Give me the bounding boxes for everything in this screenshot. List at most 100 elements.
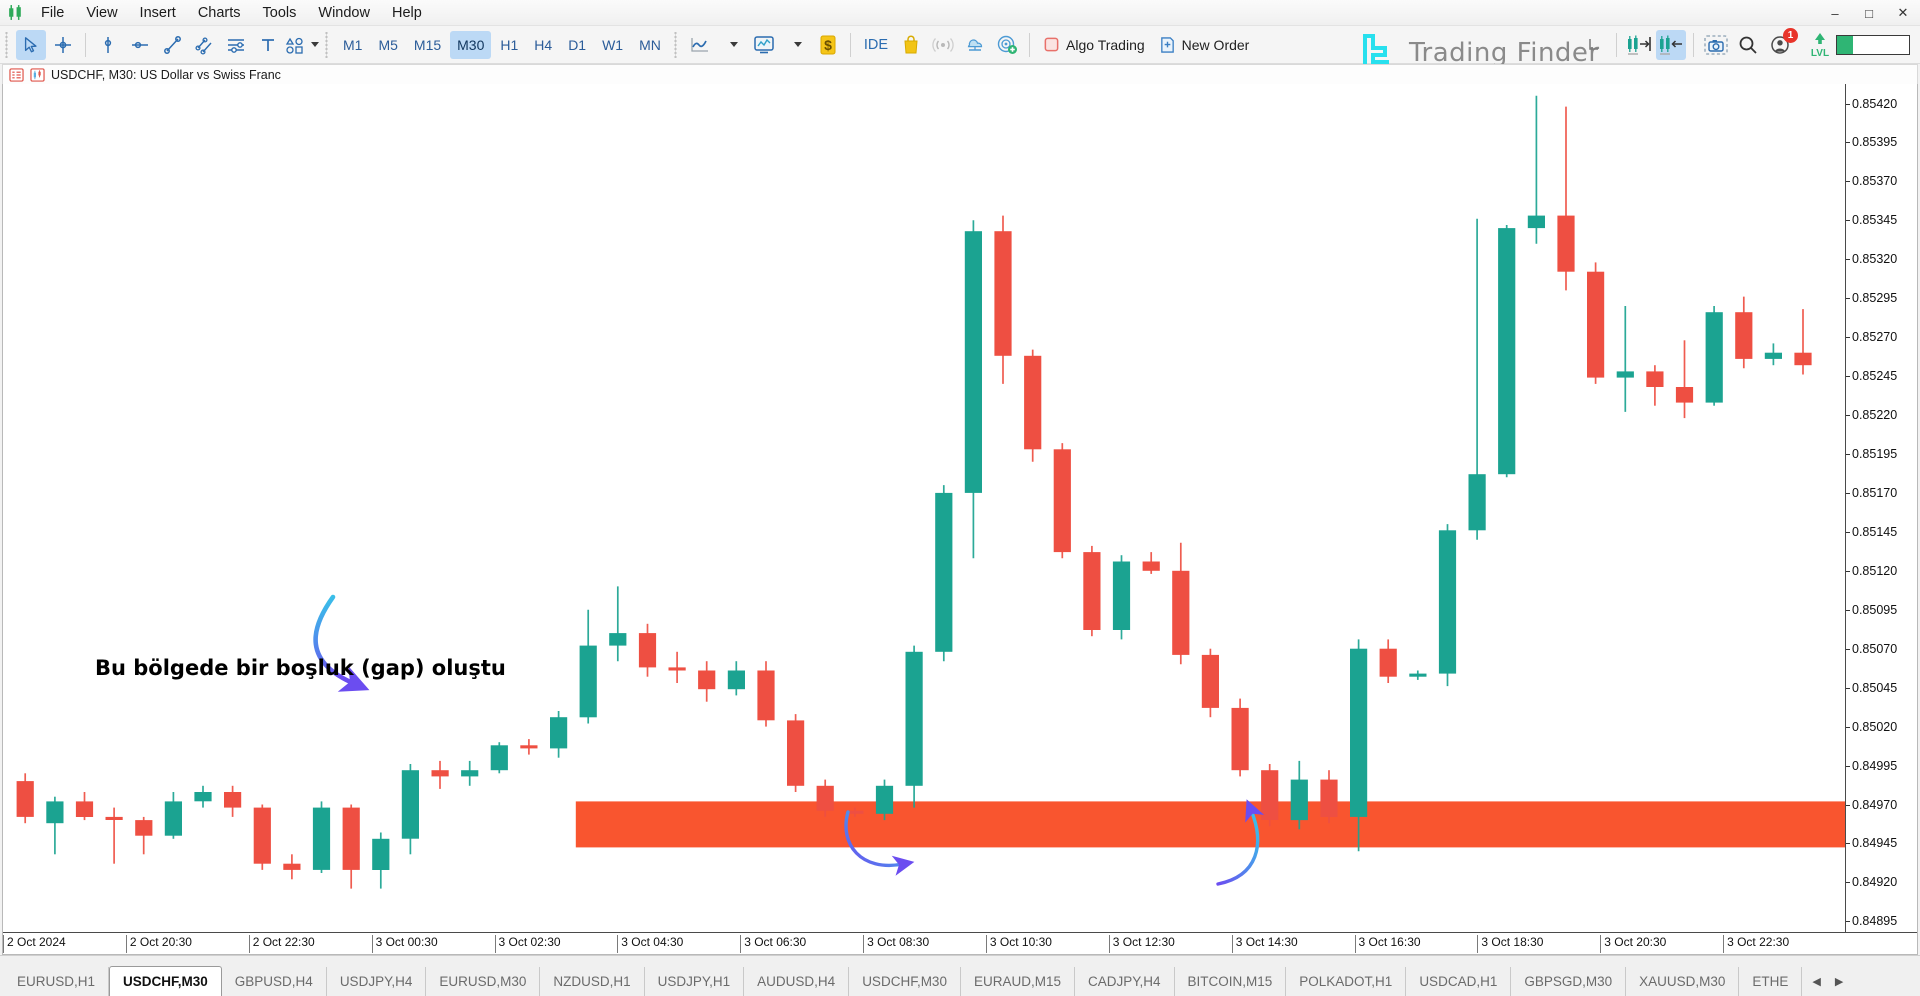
shapes-dropdown-caret[interactable] [311,42,319,47]
indicators-dropdown-caret[interactable] [781,30,811,60]
menu-item-window[interactable]: Window [307,0,381,26]
menu-item-charts[interactable]: Charts [187,0,252,26]
data-window-icon [9,67,24,82]
signals-icon[interactable] [928,30,958,60]
vertical-line-icon[interactable] [93,30,123,60]
maximize-button[interactable]: □ [1852,0,1886,26]
timeframe-w1[interactable]: W1 [595,31,630,59]
svg-text:LVL: LVL [1811,48,1829,59]
horizontal-line-icon[interactable] [125,30,155,60]
timeframe-m1[interactable]: M1 [336,31,369,59]
chart-tab[interactable]: EURAUD,M15 [961,967,1075,996]
tab-prev-arrow[interactable]: ◀ [1812,975,1820,988]
candle [1112,555,1131,640]
scroll-end-corner-icon[interactable] [1579,30,1609,60]
chart-type-dropdown-caret[interactable] [717,30,747,60]
chart-tab[interactable]: POLKADOT,H1 [1286,967,1407,996]
chart-tab[interactable]: USDCHF,M30 [849,967,961,996]
timeframe-h1[interactable]: H1 [493,31,525,59]
time-tick: 3 Oct 16:30 [1354,935,1421,953]
minimize-button[interactable]: – [1818,0,1852,26]
toolbar-grip[interactable] [3,31,12,58]
menu-item-view[interactable]: View [75,0,128,26]
shift-chart-end-icon[interactable] [1624,30,1654,60]
chart-tab[interactable]: USDCHF,M30 [109,966,222,996]
menu-item-file[interactable]: File [30,0,75,26]
candle [787,714,805,792]
profile-icon[interactable]: 1 [1765,27,1798,60]
candle [1053,443,1071,559]
candle [490,742,508,774]
time-tick: 3 Oct 22:30 [1723,935,1789,953]
chart-tab[interactable]: EURUSD,H1 [4,967,110,996]
chart-tab[interactable]: USDJPY,H1 [645,967,745,996]
menu-item-insert[interactable]: Insert [129,0,187,26]
algo-trading-label: Algo Trading [1066,36,1145,53]
search-icon[interactable] [1733,30,1763,60]
fibonacci-icon[interactable] [221,30,251,60]
dollar-icon[interactable]: $ [813,30,843,60]
lvl-indicator-icon: LVL [1805,30,1835,60]
copy-trading-icon[interactable] [992,30,1022,60]
chart-tab[interactable]: XAUUSD,M30 [1626,967,1740,996]
tab-next-arrow[interactable]: ▶ [1835,975,1843,988]
candle [1587,262,1605,384]
candle [638,623,657,677]
market-bag-icon[interactable] [896,30,926,60]
chart-tab[interactable]: USDCAD,H1 [1406,967,1512,996]
gap-annotation-text: Bu bölgede bir boşluk (gap) oluştu [95,656,506,680]
price-axis[interactable]: 0.85420 0.85395 0.85370 0.85345 0.85320 0.852… [1845,84,1917,933]
time-axis[interactable]: 2 Oct 2024 2 Oct 20:30 2 Oct 22:30 3 Oct 00… [3,932,1917,954]
trendline-icon[interactable] [157,30,187,60]
timeframe-h4[interactable]: H4 [527,31,559,59]
candle [698,661,716,702]
close-button[interactable]: ✕ [1886,0,1920,26]
vps-cloud-icon[interactable] [960,30,990,60]
shapes-icon[interactable] [285,30,319,60]
text-label-icon[interactable] [253,30,283,60]
equidistant-channel-icon[interactable] [189,30,219,60]
candle [1290,760,1308,830]
price-tick: 0.85020 [1846,720,1897,734]
chart-tab[interactable]: GBPSGD,M30 [1511,967,1627,996]
chart-tab[interactable]: BITCOIN,M15 [1175,967,1287,996]
chart-type-icon[interactable] [685,30,715,60]
timeframe-m5[interactable]: M5 [371,31,404,59]
candle [668,651,686,683]
chart-tab[interactable]: USDJPY,H4 [327,967,427,996]
algo-trading-button[interactable]: Algo Trading [1036,30,1152,60]
chart-tab[interactable]: EURUSD,M30 [426,967,541,996]
time-tick: 2 Oct 2024 [3,935,66,953]
time-tick: 2 Oct 22:30 [248,935,315,953]
toolbar-grip-3[interactable] [671,31,681,58]
ide-button[interactable]: IDE [857,30,895,60]
price-tick: 0.84945 [1846,836,1897,850]
toolbar-grip-2[interactable] [323,31,332,58]
chart-tab[interactable]: CADJPY,H4 [1075,967,1175,996]
screenshot-icon[interactable] [1701,30,1731,60]
chart-tab[interactable]: GBPUSD,H4 [222,967,327,996]
shift-chart-start-icon[interactable] [1656,29,1686,60]
candle [1764,343,1782,366]
indicators-icon[interactable] [749,30,779,60]
chart-tab[interactable]: NZDUSD,H1 [540,967,645,996]
chart-window-icon [30,67,45,82]
chart-tab[interactable]: AUDUSD,H4 [744,967,850,996]
candle [994,215,1012,384]
chart-area[interactable]: Bu bölgede bir boşluk (gap) oluştu Deste… [2,84,1918,955]
menu-item-tools[interactable]: Tools [252,0,308,26]
timeframe-mn[interactable]: MN [632,31,668,59]
candle [1438,524,1457,687]
crosshair-icon[interactable] [48,30,78,60]
candle [46,796,64,855]
menu-item-help[interactable]: Help [381,0,433,26]
chart-titlebar: USDCHF, M30: US Dollar vs Swiss Franc [2,64,1918,84]
candlestick-plot[interactable] [3,84,1846,933]
price-tick: 0.85345 [1846,213,1897,227]
chart-tab[interactable]: ETHE [1739,967,1803,996]
cursor-icon[interactable] [16,29,46,60]
timeframe-m30[interactable]: M30 [450,30,492,59]
new-order-button[interactable]: New Order [1152,30,1257,60]
timeframe-m15[interactable]: M15 [407,31,448,59]
timeframe-d1[interactable]: D1 [561,31,593,59]
